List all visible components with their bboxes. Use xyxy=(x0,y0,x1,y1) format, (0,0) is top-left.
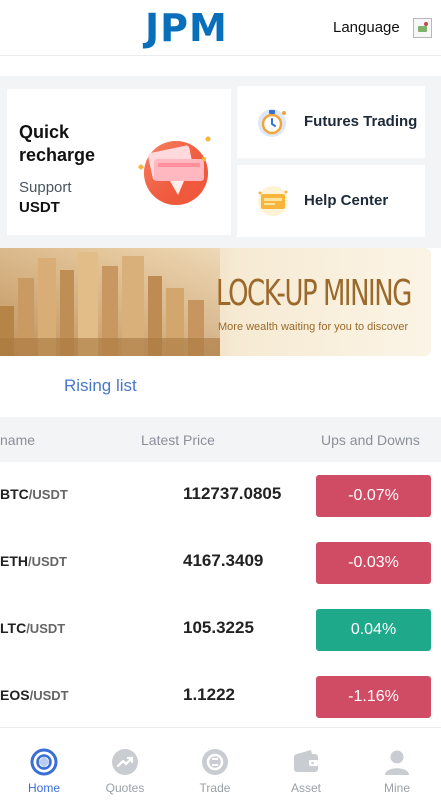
nav-item-quotes[interactable]: Quotes xyxy=(81,728,169,808)
help-center-label: Help Center xyxy=(304,192,389,209)
pair-base: LTC xyxy=(0,620,27,636)
table-row[interactable]: LTC/USDT 105.3225 0.04% xyxy=(0,596,441,663)
pair-quote: /USDT xyxy=(28,554,67,569)
nav-label-asset: Asset xyxy=(290,781,321,795)
market-table-header: name Latest Price Ups and Downs xyxy=(0,417,441,462)
home-icon xyxy=(30,748,58,776)
change-badge[interactable]: -0.07% xyxy=(316,475,431,517)
pair-base: ETH xyxy=(0,553,28,569)
latest-price: 1.1222 xyxy=(183,685,235,704)
latest-price: 105.3225 xyxy=(183,618,254,637)
column-header-ups-and-downs: Ups and Downs xyxy=(321,432,420,448)
nav-label-mine: Mine xyxy=(383,781,410,795)
latest-price: 4167.3409 xyxy=(183,551,264,570)
nav-item-asset[interactable]: Asset xyxy=(262,728,350,808)
pair-base: EOS xyxy=(0,687,30,703)
column-header-latest-price: Latest Price xyxy=(141,432,215,448)
lockup-mining-banner[interactable]: LOCK-UP MINING More wealth waiting for y… xyxy=(0,248,431,356)
quick-recharge-coin: USDT xyxy=(19,199,60,216)
nav-item-mine[interactable]: Mine xyxy=(353,728,441,808)
recharge-wallet-icon xyxy=(138,136,211,205)
user-icon xyxy=(385,750,409,775)
help-center-card[interactable]: Help Center xyxy=(237,165,425,237)
pair-name: ETH/USDT xyxy=(0,553,67,569)
pair-quote: /USDT xyxy=(29,688,69,703)
futures-trading-icon xyxy=(258,109,286,137)
futures-trading-label: Futures Trading xyxy=(304,113,418,130)
language-selector-label[interactable]: Language xyxy=(333,19,400,36)
quick-recharge-title: Quick recharge xyxy=(19,122,96,165)
quick-recharge-card[interactable]: Quick recharge Support USDT xyxy=(7,89,231,235)
nav-item-home[interactable]: Home xyxy=(0,728,88,808)
nav-label-quotes: Quotes xyxy=(105,781,145,795)
change-badge[interactable]: -0.03% xyxy=(316,542,431,584)
pair-quote: /USDT xyxy=(28,487,68,502)
quotes-icon xyxy=(112,749,138,775)
app-logo[interactable]: JPM xyxy=(145,8,228,48)
table-row[interactable]: BTC/USDT 112737.0805 -0.07% xyxy=(0,462,441,529)
wallet-icon xyxy=(294,750,318,772)
banner-subtitle: More wealth waiting for you to discover xyxy=(218,321,409,333)
change-badge[interactable]: -1.16% xyxy=(316,676,431,718)
rising-list-tab[interactable]: Rising list xyxy=(64,376,137,396)
pair-name: LTC/USDT xyxy=(0,620,65,636)
app-header: JPM Language xyxy=(0,0,441,56)
table-row[interactable]: ETH/USDT 4167.3409 -0.03% xyxy=(0,529,441,596)
latest-price: 112737.0805 xyxy=(183,484,282,503)
feature-section: Quick recharge Support USDT Futures Trad… xyxy=(0,76,441,248)
futures-trading-card[interactable]: Futures Trading xyxy=(237,86,425,158)
change-badge[interactable]: 0.04% xyxy=(316,609,431,651)
city-skyline-image xyxy=(0,248,220,356)
nav-label-home: Home xyxy=(27,781,60,795)
help-center-icon xyxy=(258,186,288,216)
bottom-nav: Home Quotes Trade Asset Mine xyxy=(0,727,441,808)
table-row[interactable]: EOS/USDT 1.1222 -1.16% xyxy=(0,663,441,730)
pair-base: BTC xyxy=(0,486,29,502)
language-flag-icon[interactable] xyxy=(413,18,432,38)
banner-title: LOCK-UP MINING xyxy=(216,273,412,314)
nav-item-trade[interactable]: Trade xyxy=(171,728,259,808)
quick-recharge-subtitle: Support xyxy=(19,179,72,196)
pair-quote: /USDT xyxy=(26,621,66,636)
pair-name: EOS/USDT xyxy=(0,687,69,703)
nav-label-trade: Trade xyxy=(199,781,231,795)
trade-icon xyxy=(202,749,228,775)
column-header-name: name xyxy=(0,432,36,448)
pair-name: BTC/USDT xyxy=(0,486,68,502)
